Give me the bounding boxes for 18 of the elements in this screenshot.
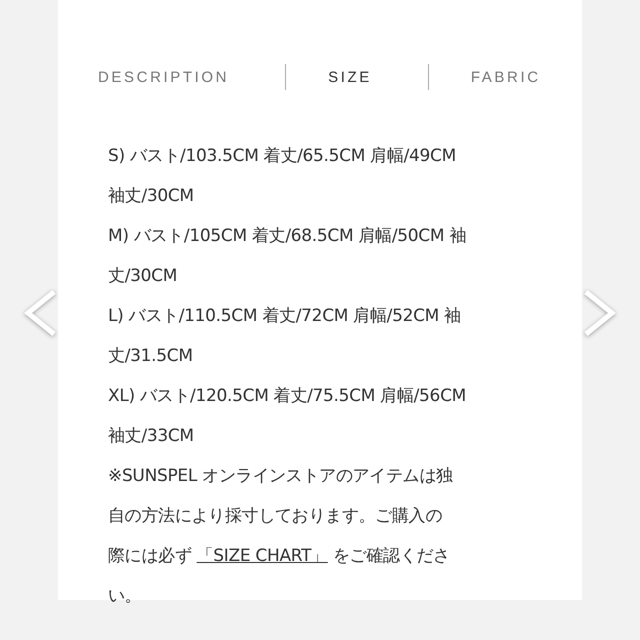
text-line: 自の方法により採寸しております。ご購入の: [108, 505, 444, 528]
text-line: 袖丈/30CM: [108, 185, 195, 208]
chevron-right-icon[interactable]: [582, 288, 618, 338]
size-chart-link[interactable]: 「SIZE CHART」: [196, 546, 328, 566]
text-line: ※SUNSPEL オンラインストアのアイテムは独: [108, 465, 454, 488]
text-line: 丈/31.5CM: [108, 345, 194, 368]
tab[interactable]: FABRIC: [470, 68, 541, 86]
text-line: 袖丈/33CM: [108, 425, 195, 448]
tab[interactable]: SIZE: [328, 68, 372, 86]
text-line: XL) バスト/120.5CM 着丈/75.5CM 肩幅/56CM: [108, 385, 468, 408]
text-line: い。: [108, 585, 142, 608]
text-line: 際には必ず 「SIZE CHART」 をご確認くださ: [108, 545, 451, 568]
text-line: M) バスト/105CM 着丈/68.5CM 肩幅/50CM 袖: [108, 225, 468, 248]
text-line: S) バスト/103.5CM 着丈/65.5CM 肩幅/49CM: [108, 145, 457, 168]
text-line: 丈/30CM: [108, 265, 178, 288]
tab[interactable]: DESCRIPTION: [98, 68, 230, 86]
text-line: L) バスト/110.5CM 着丈/72CM 肩幅/52CM 袖: [108, 305, 462, 328]
chevron-left-icon[interactable]: [22, 288, 58, 338]
